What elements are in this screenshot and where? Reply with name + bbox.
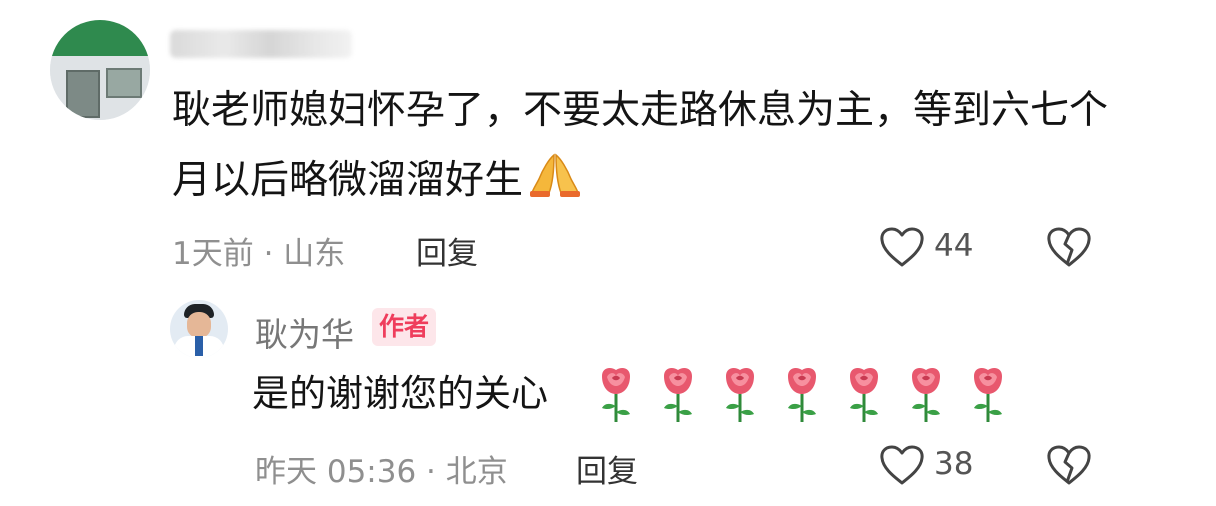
reply-body: 是的谢谢您的关心 [252,372,548,415]
rose-icon [596,364,636,424]
avatar-tie [195,336,203,356]
rose-icon [782,364,822,424]
rose-icon [720,364,760,424]
comment-text: 耿老师媳妇怀孕了，不要太走路休息为主，等到六七个月以后略微溜溜好生 [172,88,1109,203]
broken-heart-icon[interactable] [1046,226,1092,272]
comment-body: 耿老师媳妇怀孕了，不要太走路休息为主，等到六七个月以后略微溜溜好生 [172,76,1112,220]
avatar-shop-door [66,70,100,118]
reply-time-location: 昨天 05:36 · 北京 [255,454,508,490]
comment-time-location: 1天前 · 山东 [172,236,346,272]
comment-reply-button[interactable]: 回复 [416,228,478,273]
author-avatar[interactable] [170,300,228,358]
pray-icon [527,149,583,220]
broken-heart-icon[interactable] [1046,444,1092,490]
heart-icon[interactable] [879,226,925,272]
avatar-face [187,312,211,338]
rose-icon [968,364,1008,424]
rose-icon [658,364,698,424]
commenter-username-blurred[interactable] [170,30,352,58]
avatar-shop-window [106,68,142,98]
rose-icon [906,364,946,424]
reply-reply-button[interactable]: 回复 [576,446,638,491]
rose-icon [844,364,884,424]
commenter-avatar[interactable] [50,20,150,120]
heart-icon[interactable] [879,444,925,490]
reply-author-name[interactable]: 耿为华 [255,308,354,356]
comment-like-count: 44 [934,228,974,264]
avatar-shop-sign [50,20,150,56]
author-badge: 作者 [372,308,437,346]
reply-like-count: 38 [934,446,974,482]
